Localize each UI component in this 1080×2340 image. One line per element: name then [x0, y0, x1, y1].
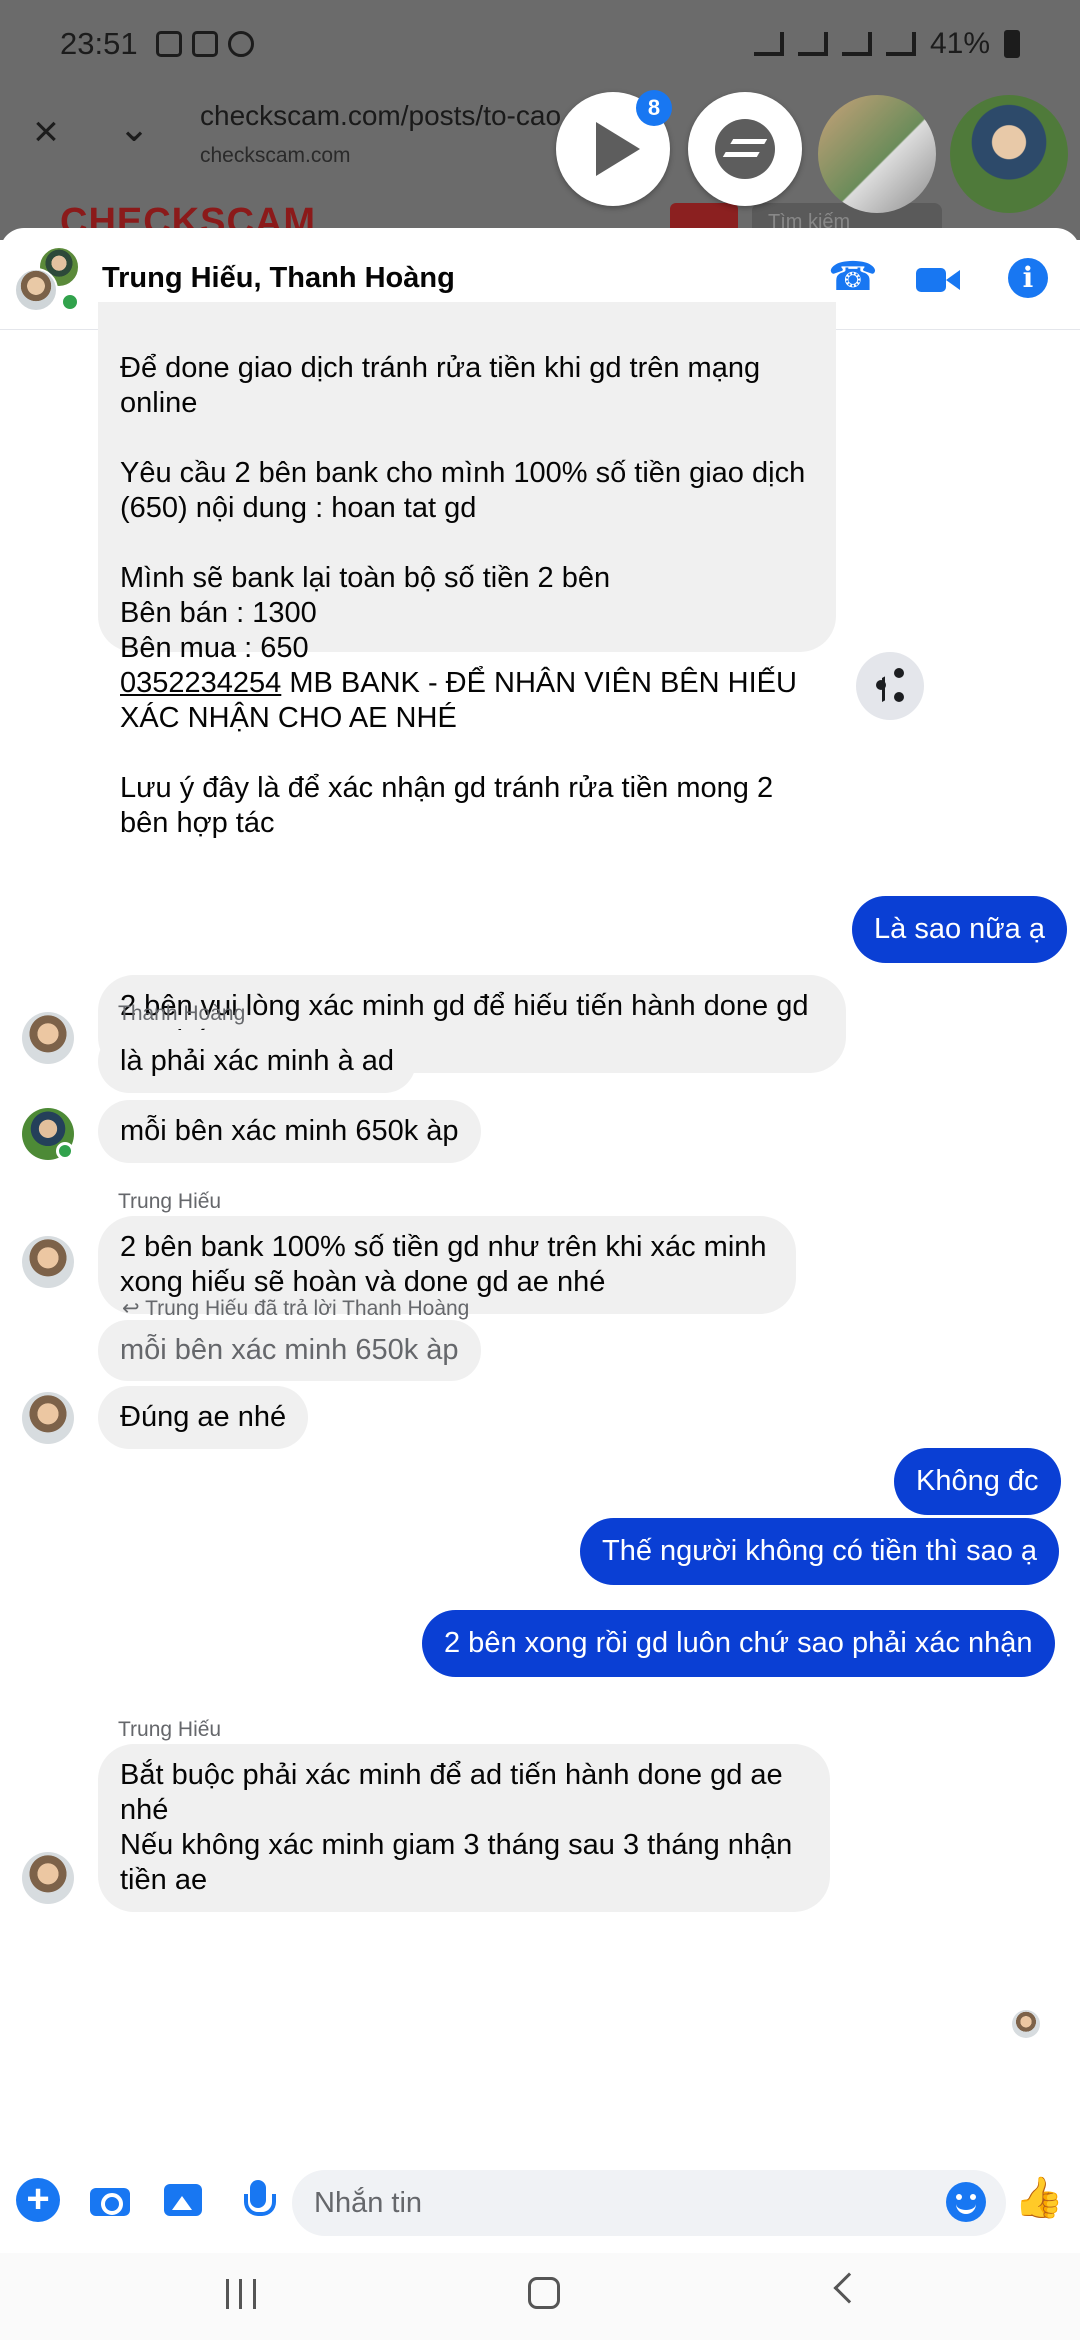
message-long-instructions[interactable]: Để done giao dịch tránh rửa tiền khi gd … — [98, 302, 836, 839]
home-icon[interactable] — [528, 2277, 560, 2309]
unread-badge: 8 — [636, 90, 672, 126]
quoted-text: mỗi bên xác minh 650k àp — [120, 1334, 459, 1366]
page-domain: checkscam.com — [200, 144, 351, 167]
emoji-icon[interactable] — [946, 2182, 986, 2222]
chat-sheet: Trung Hiếu, Thanh Hoàng i Để done giao d… — [0, 228, 1080, 2253]
status-time: 23:51 — [60, 26, 138, 61]
gallery-notification-icon — [155, 31, 182, 57]
message-text: Để done giao dịch tránh rửa tiền khi gd … — [120, 352, 806, 664]
avatar[interactable] — [22, 1012, 74, 1064]
quoted-message[interactable]: mỗi bên xác minh 650k àp — [98, 1320, 481, 1381]
message-bubble-outgoing[interactable]: Là sao nữa ạ — [852, 896, 1067, 963]
message-bubble-outgoing[interactable]: Không đc — [894, 1448, 1061, 1515]
chevron-down-icon[interactable]: ⌄ — [112, 106, 156, 150]
message-text: Bắt buộc phải xác minh để ad tiến hành d… — [120, 1759, 793, 1896]
online-indicator — [56, 1142, 74, 1160]
image-icon[interactable] — [162, 2178, 206, 2222]
message-bubble[interactable]: mỗi bên xác minh 650k àp — [98, 1100, 481, 1163]
plus-icon[interactable]: + — [16, 2178, 60, 2222]
battery-icon — [1004, 30, 1020, 58]
like-icon[interactable] — [1014, 2174, 1064, 2222]
conversation-title[interactable]: Trung Hiếu, Thanh Hoàng — [102, 262, 455, 295]
avatar[interactable] — [22, 1852, 74, 1904]
avatar[interactable] — [22, 1236, 74, 1288]
message-bubble[interactable]: Đúng ae nhé — [98, 1386, 309, 1449]
messenger-chat-head[interactable] — [688, 92, 802, 206]
reply-indicator: ↩ Trung Hiếu đã trả lời Thanh Hoàng — [122, 1297, 470, 1320]
person-chat-head[interactable] — [950, 95, 1068, 213]
camera-icon[interactable] — [88, 2178, 132, 2222]
seen-receipt-avatar — [1012, 2010, 1040, 2038]
message-input-placeholder: Nhắn tin — [314, 2186, 423, 2219]
status-right: 41% — [753, 27, 1020, 61]
reply-note-text: Trung Hiếu đã trả lời Thanh Hoàng — [145, 1297, 470, 1320]
notification-icons — [155, 31, 254, 57]
account-number-link[interactable]: 0352234254 — [120, 667, 281, 699]
avatar[interactable] — [22, 1392, 74, 1444]
message-bubble-outgoing[interactable]: 2 bên xong rồi gd luôn chứ sao phải xác … — [422, 1610, 1055, 1677]
message-input[interactable]: Nhắn tin — [292, 2170, 1006, 2236]
sender-name: Trung Hiếu — [118, 1190, 222, 1213]
message-composer: + Nhắn tin — [0, 2150, 1080, 2253]
status-bar: 23:51 41% — [0, 0, 1080, 88]
messenger-notification-icon — [227, 31, 254, 57]
sender-name: Thanh Hoàng — [118, 1002, 246, 1025]
video-call-icon[interactable] — [916, 258, 960, 302]
system-nav-bar — [0, 2253, 1080, 2340]
message-text: là phải xác minh à ad — [120, 1045, 395, 1077]
group-avatar[interactable] — [14, 246, 80, 312]
message-text: 2 bên bank 100% số tiền gd như trên khi … — [120, 1231, 767, 1298]
sender-name: Trung Hiếu — [118, 1718, 222, 1741]
close-icon[interactable]: × — [24, 110, 68, 154]
online-indicator — [60, 292, 80, 312]
share-icon[interactable] — [856, 652, 924, 720]
signal-icon — [841, 32, 872, 56]
message-list[interactable]: Để done giao dịch tránh rửa tiền khi gd … — [0, 302, 1080, 2150]
group-chat-head[interactable] — [818, 95, 936, 213]
shield-notification-icon — [191, 31, 218, 57]
message-bubble[interactable]: Bắt buộc phải xác minh để ad tiến hành d… — [98, 1744, 830, 1912]
back-icon[interactable] — [833, 2272, 865, 2304]
signal-2-icon — [885, 32, 916, 56]
message-text: mỗi bên xác minh 650k àp — [120, 1115, 459, 1147]
message-text: Đúng ae nhé — [120, 1401, 287, 1433]
phone-icon[interactable] — [828, 254, 878, 302]
microphone-icon[interactable] — [236, 2178, 280, 2222]
message-bubble-outgoing[interactable]: Thế người không có tiền thì sao ạ — [580, 1518, 1060, 1585]
page-url-title[interactable]: checkscam.com/posts/to-cao — [200, 100, 561, 132]
info-icon[interactable]: i — [1008, 258, 1048, 298]
key-icon — [753, 32, 784, 56]
message-bubble[interactable]: là phải xác minh à ad — [98, 1030, 417, 1093]
avatar — [14, 268, 58, 312]
wifi-icon — [797, 32, 828, 56]
recent-apps-icon[interactable] — [226, 2279, 256, 2309]
battery-text: 41% — [929, 27, 990, 60]
